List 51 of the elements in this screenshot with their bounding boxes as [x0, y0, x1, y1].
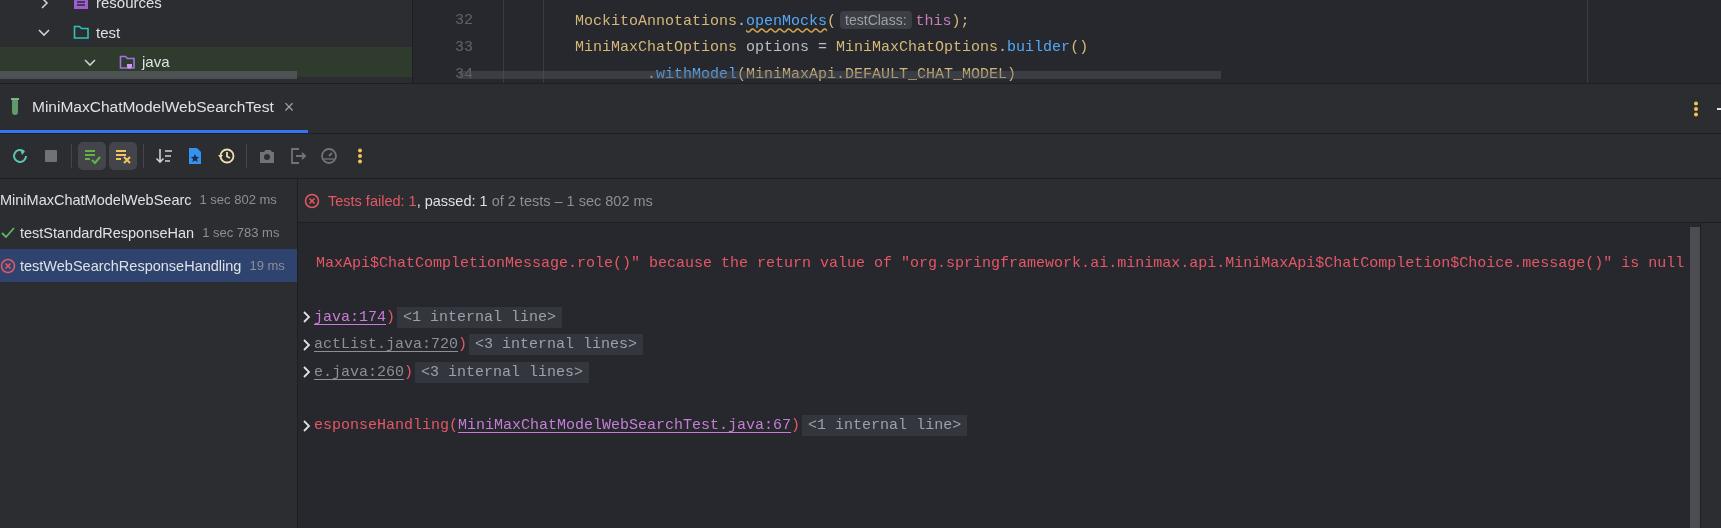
expand-chevron-icon[interactable]: [302, 418, 312, 433]
list-cross-button[interactable]: [109, 142, 137, 170]
tree-row[interactable]: test: [0, 17, 412, 47]
code-line: MockitoAnnotations.openMocks( testClass: this);: [575, 11, 970, 30]
line-number: 33: [454, 39, 474, 56]
rerun-icon: [11, 147, 29, 165]
folded-lines-marker[interactable]: <1 internal line>: [397, 306, 563, 328]
stop-icon: [42, 147, 60, 165]
test-tube-icon: [8, 97, 22, 117]
scrollbar-thumb[interactable]: [0, 71, 297, 79]
scrollbar-thumb[interactable]: [1690, 227, 1700, 528]
test-summary: Tests failed: 1, passed: 1 of 2 tests – 1 sec 802 ms: [328, 192, 653, 209]
list-cross-icon: [114, 147, 132, 165]
stack-frame-text: ): [791, 417, 801, 435]
line-number: 32: [454, 12, 474, 29]
folded-lines-marker[interactable]: <1 internal line>: [802, 415, 968, 437]
test-tree-row[interactable]: testWebSearchResponseHandling 19 ms: [0, 249, 297, 282]
more-options-icon: [357, 148, 363, 164]
more-options-icon[interactable]: [1693, 100, 1699, 117]
gauge-icon: [320, 147, 338, 165]
source-link[interactable]: java:174: [314, 308, 386, 326]
code-line: MiniMaxChatOptions options = MiniMaxChatOptions.builder(): [575, 39, 1089, 56]
expand-chevron-icon[interactable]: [302, 337, 312, 352]
error-icon: [304, 192, 320, 209]
error-icon: [0, 257, 16, 274]
stack-frame-text: ): [404, 363, 414, 381]
folded-lines-marker[interactable]: <3 internal lines>: [415, 361, 590, 383]
stack-frame-text: ): [386, 308, 396, 326]
list-check-button[interactable]: [78, 142, 106, 170]
camera-icon: [258, 147, 276, 165]
exit-icon: [289, 147, 307, 165]
source-link[interactable]: MiniMaxChatModelWebSearchTest.java:67: [458, 417, 792, 435]
tree-row[interactable]: resources: [0, 0, 412, 18]
close-icon[interactable]: ×: [283, 96, 295, 118]
folder-icon: [72, 23, 90, 42]
test-tree-row[interactable]: MiniMaxChatModelWebSearc 1 sec 802 ms: [0, 183, 297, 216]
code-line: .withModel(MiniMaxApi.DEFAULT_CHAT_MODEL): [647, 66, 1017, 83]
source-link[interactable]: actList.java:720: [314, 336, 459, 354]
document-star-icon: [186, 147, 204, 165]
expand-chevron-icon[interactable]: [302, 310, 312, 325]
stack-frame-text: esponseHandling(: [314, 417, 459, 435]
sort-icon: [155, 147, 173, 165]
source-link[interactable]: e.java:260: [314, 363, 404, 381]
stack-frame-text: ): [458, 336, 468, 354]
line-number: 34: [454, 66, 474, 83]
test-tree-row[interactable]: testStandardResponseHan 1 sec 783 ms: [0, 216, 297, 249]
folded-lines-marker[interactable]: <3 internal lines>: [469, 334, 644, 356]
expand-chevron-icon[interactable]: [302, 365, 312, 380]
clock-history-icon: [217, 147, 235, 165]
list-check-icon: [83, 147, 101, 165]
error-message: MaxApi$ChatCompletionMessage.role()" because the return value of "org.springframework.ai.minimax.api.MiniMaxApi$ChatCompletion$Choice.message()" is null: [315, 255, 1685, 273]
